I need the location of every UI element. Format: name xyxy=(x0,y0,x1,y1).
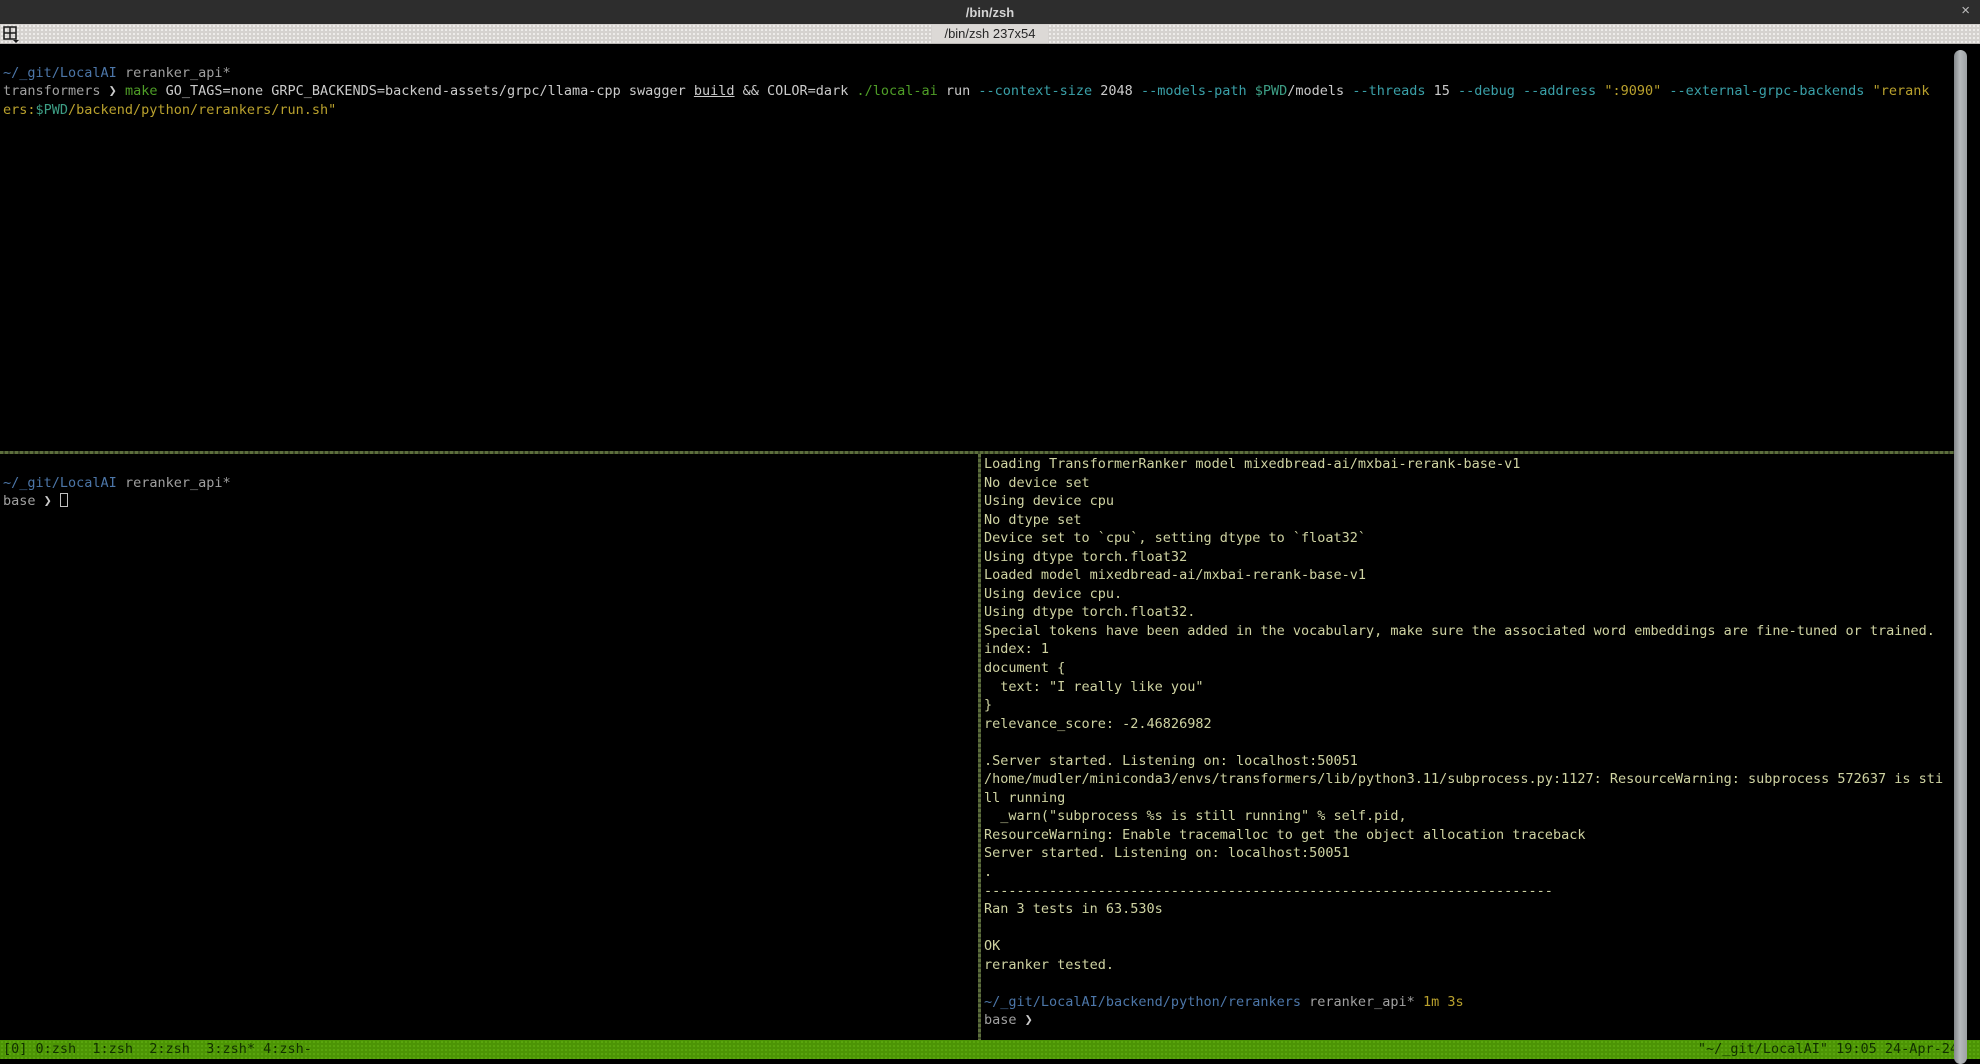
terminal-line: Using dtype torch.float32. xyxy=(984,603,1962,622)
status-session-info: "~/_git/LocalAI" 19:05 24-Apr-24 xyxy=(1698,1040,1958,1059)
terminal-line: base ❯ xyxy=(3,492,977,511)
window-titlebar: /bin/zsh × xyxy=(0,0,1980,24)
tab-bin-zsh[interactable]: /bin/zsh 237x54 xyxy=(932,25,1047,43)
tmux-pane-top[interactable]: ~/_git/LocalAI reranker_api*transformers… xyxy=(3,45,1958,451)
terminal-line xyxy=(984,974,1962,993)
terminal-line: No dtype set xyxy=(984,511,1962,530)
tmux-pane-bottom-left[interactable]: ~/_git/LocalAI reranker_api*base ❯ xyxy=(3,455,977,1040)
terminal-line: ~/_git/LocalAI/backend/python/rerankers … xyxy=(984,993,1962,1012)
terminal-line: _warn("subprocess %s is still running" %… xyxy=(984,807,1962,826)
terminal-line: Device set to `cpu`, setting dtype to `f… xyxy=(984,529,1962,548)
terminal-line: transformers ❯ make GO_TAGS=none GRPC_BA… xyxy=(3,82,1958,101)
terminal-line: Using dtype torch.float32 xyxy=(984,548,1962,567)
window-title: /bin/zsh xyxy=(966,5,1014,20)
terminal-line: OK xyxy=(984,937,1962,956)
tab-bar: /bin/zsh 237x54 xyxy=(0,24,1980,44)
terminal-line: Special tokens have been added in the vo… xyxy=(984,622,1962,641)
terminal-line: Ran 3 tests in 63.530s xyxy=(984,900,1962,919)
terminal-line: Server started. Listening on: localhost:… xyxy=(984,844,1962,863)
terminal-line: text: "I really like you" xyxy=(984,678,1962,697)
terminal-line xyxy=(3,455,977,474)
terminal-line: } xyxy=(984,696,1962,715)
terminal-line xyxy=(984,733,1962,752)
terminal-window: /bin/zsh × /bin/zsh 237x54 ~/_git/LocalA… xyxy=(0,0,1980,1064)
terminal-line: .Server started. Listening on: localhost… xyxy=(984,752,1962,771)
terminal-line: /home/mudler/miniconda3/envs/transformer… xyxy=(984,770,1962,789)
terminal-line xyxy=(984,919,1962,938)
terminal-line: Loading TransformerRanker model mixedbre… xyxy=(984,455,1962,474)
terminal-line: ~/_git/LocalAI reranker_api* xyxy=(3,474,977,493)
tmux-pane-bottom-right[interactable]: Loading TransformerRanker model mixedbre… xyxy=(984,455,1962,1040)
tmux-status-bar: [0] 0:zsh 1:zsh 2:zsh 3:zsh* 4:zsh- "~/_… xyxy=(0,1040,1980,1059)
terminal-line xyxy=(3,45,1958,64)
terminal-line: relevance_score: -2.46826982 xyxy=(984,715,1962,734)
terminal-line: Using device cpu xyxy=(984,492,1962,511)
terminal-line: No device set xyxy=(984,474,1962,493)
terminal-line: ----------------------------------------… xyxy=(984,882,1962,901)
terminal-line: ers:$PWD/backend/python/rerankers/run.sh… xyxy=(3,101,1958,120)
terminal-line: ~/_git/LocalAI reranker_api* xyxy=(3,64,1958,83)
terminal-line: ll running xyxy=(984,789,1962,808)
terminal-line: document { xyxy=(984,659,1962,678)
terminal-line: . xyxy=(984,863,1962,882)
terminal-line: index: 1 xyxy=(984,640,1962,659)
window-split-grid-icon[interactable] xyxy=(3,26,20,43)
terminal-line: reranker tested. xyxy=(984,956,1962,975)
terminal-line: base ❯ xyxy=(984,1011,1962,1030)
terminal-line: Loaded model mixedbread-ai/mxbai-rerank-… xyxy=(984,566,1962,585)
terminal-cursor xyxy=(60,493,68,507)
status-window-list[interactable]: [0] 0:zsh 1:zsh 2:zsh 3:zsh* 4:zsh- xyxy=(3,1040,312,1059)
scrollbar-thumb[interactable] xyxy=(1954,50,1967,1064)
terminal-line: Using device cpu. xyxy=(984,585,1962,604)
pane-border-vertical[interactable] xyxy=(978,454,981,1040)
terminal-line: ResourceWarning: Enable tracemalloc to g… xyxy=(984,826,1962,845)
close-icon[interactable]: × xyxy=(1961,2,1970,19)
pane-border-horizontal[interactable] xyxy=(0,451,1962,454)
